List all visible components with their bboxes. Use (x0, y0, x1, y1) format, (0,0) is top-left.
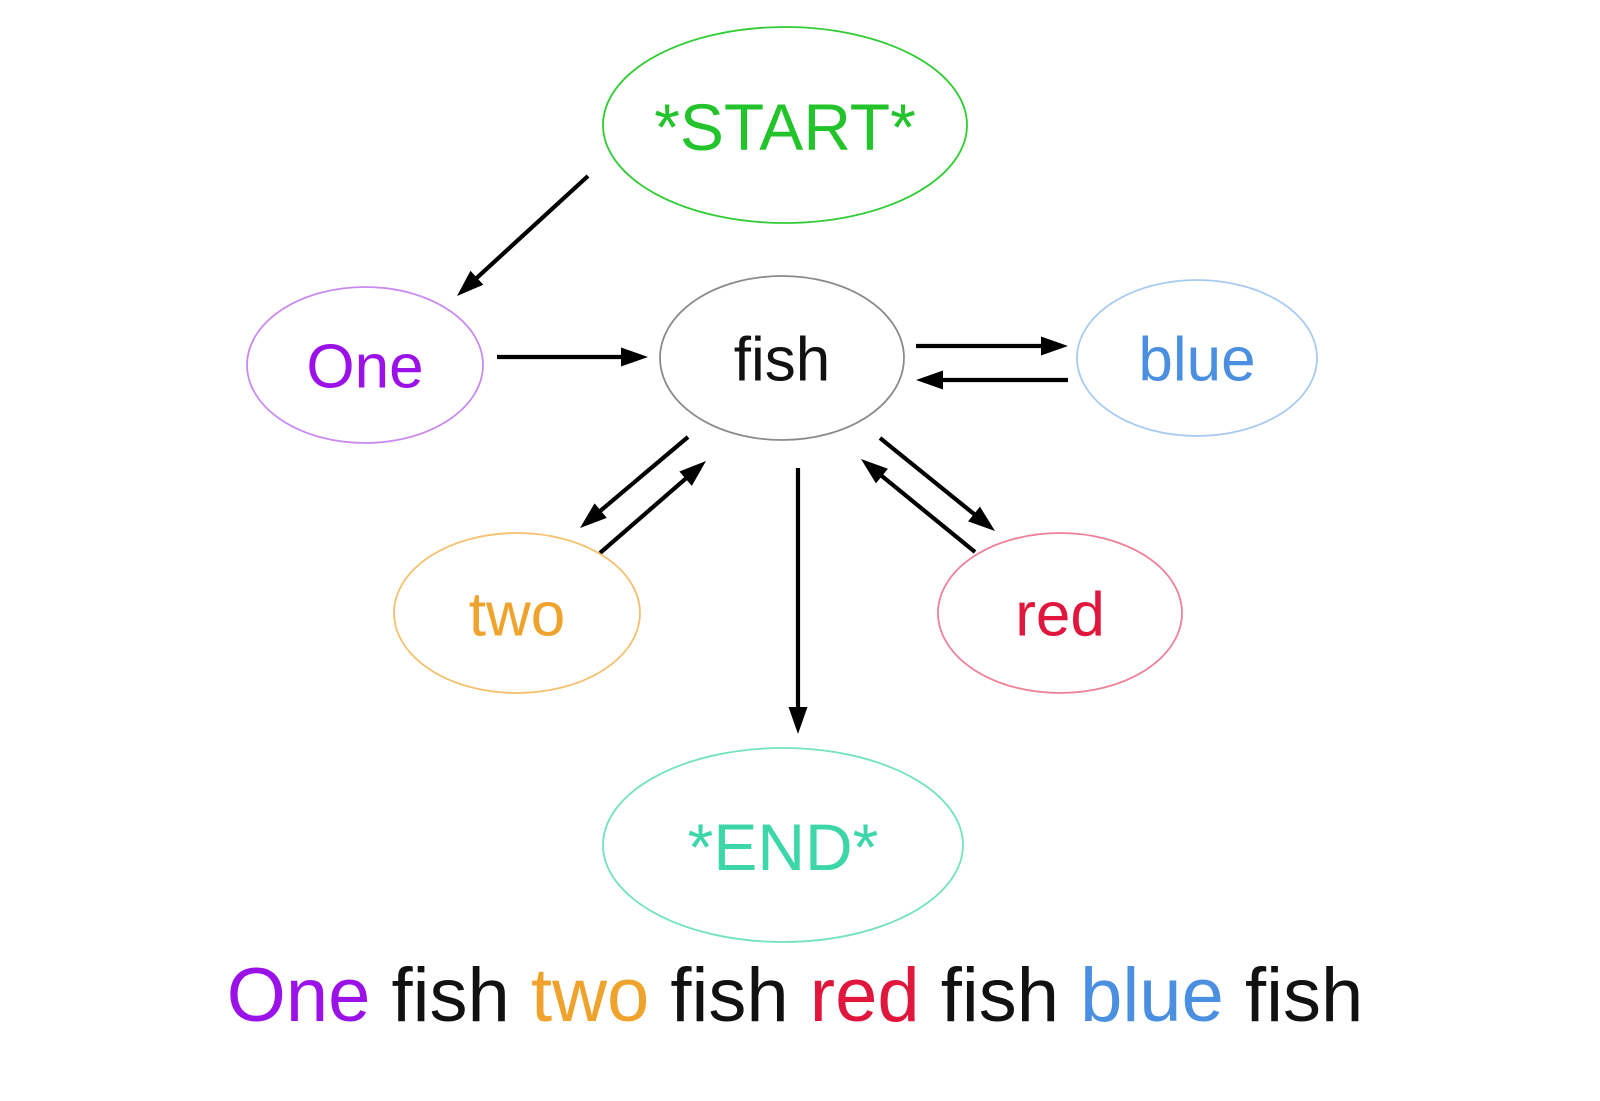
caption-space (920, 953, 941, 1038)
edge-two-to-fish (598, 461, 706, 555)
caption-word: One (227, 953, 371, 1038)
node-label-blue: blue (1138, 326, 1255, 395)
node-label-two: two (469, 581, 565, 650)
node-one[interactable]: One (246, 286, 484, 444)
arrow-head-icon (621, 347, 648, 367)
edge-shaft (595, 435, 690, 516)
arrow-head-icon (788, 707, 808, 734)
diagram-canvas: *START* One fish blue two red *END* One fish t… (0, 0, 1600, 1101)
edge-fish-to-end (788, 468, 808, 734)
caption-word: fish (941, 953, 1059, 1038)
edge-red-to-fish (861, 459, 977, 554)
caption-layer: One fish two fish red fish blue fish (227, 953, 1363, 1038)
state-diagram: *START*One fish bluetwo red*END* One fish t… (227, 26, 1363, 1038)
node-label-one: One (306, 333, 423, 402)
edge-fish-to-red (878, 436, 995, 531)
caption-word: fish (670, 953, 788, 1038)
edge-blue-to-fish (916, 370, 1068, 390)
node-label-fish: fish (734, 326, 830, 395)
caption-line: One fish two fish red fish blue fish (227, 953, 1363, 1038)
edge-fish-to-two (580, 435, 690, 528)
caption-space (370, 953, 391, 1038)
caption-word: red (810, 953, 920, 1038)
caption-space (789, 953, 810, 1038)
arrow-head-icon (916, 370, 943, 390)
edge-shaft (598, 473, 691, 555)
edge-shaft (876, 471, 977, 554)
caption-word: fish (1245, 953, 1363, 1038)
node-label-red: red (1015, 581, 1105, 650)
nodes-layer: *START* One fish blue two red *END* (246, 26, 1318, 943)
edge-shaft (471, 174, 590, 283)
node-label-end: *END* (688, 810, 879, 884)
node-label-start: *START* (654, 90, 916, 164)
caption-space (649, 953, 670, 1038)
edge-one-to-fish (497, 347, 648, 367)
caption-word: two (531, 953, 649, 1038)
node-end[interactable]: *END* (602, 747, 964, 943)
edge-fish-to-blue (916, 336, 1068, 356)
caption-space (1224, 953, 1245, 1038)
node-red[interactable]: red (937, 532, 1183, 694)
caption-space (1059, 953, 1080, 1038)
caption-word: fish (392, 953, 510, 1038)
node-fish[interactable]: fish (659, 275, 905, 441)
caption-space (510, 953, 531, 1038)
node-two[interactable]: two (393, 532, 641, 694)
node-start[interactable]: *START* (602, 26, 968, 224)
node-blue[interactable]: blue (1076, 279, 1318, 437)
arrow-head-icon (1041, 336, 1068, 356)
edge-shaft (878, 436, 980, 519)
caption-word: blue (1080, 953, 1224, 1038)
edge-start-to-one (457, 174, 590, 296)
